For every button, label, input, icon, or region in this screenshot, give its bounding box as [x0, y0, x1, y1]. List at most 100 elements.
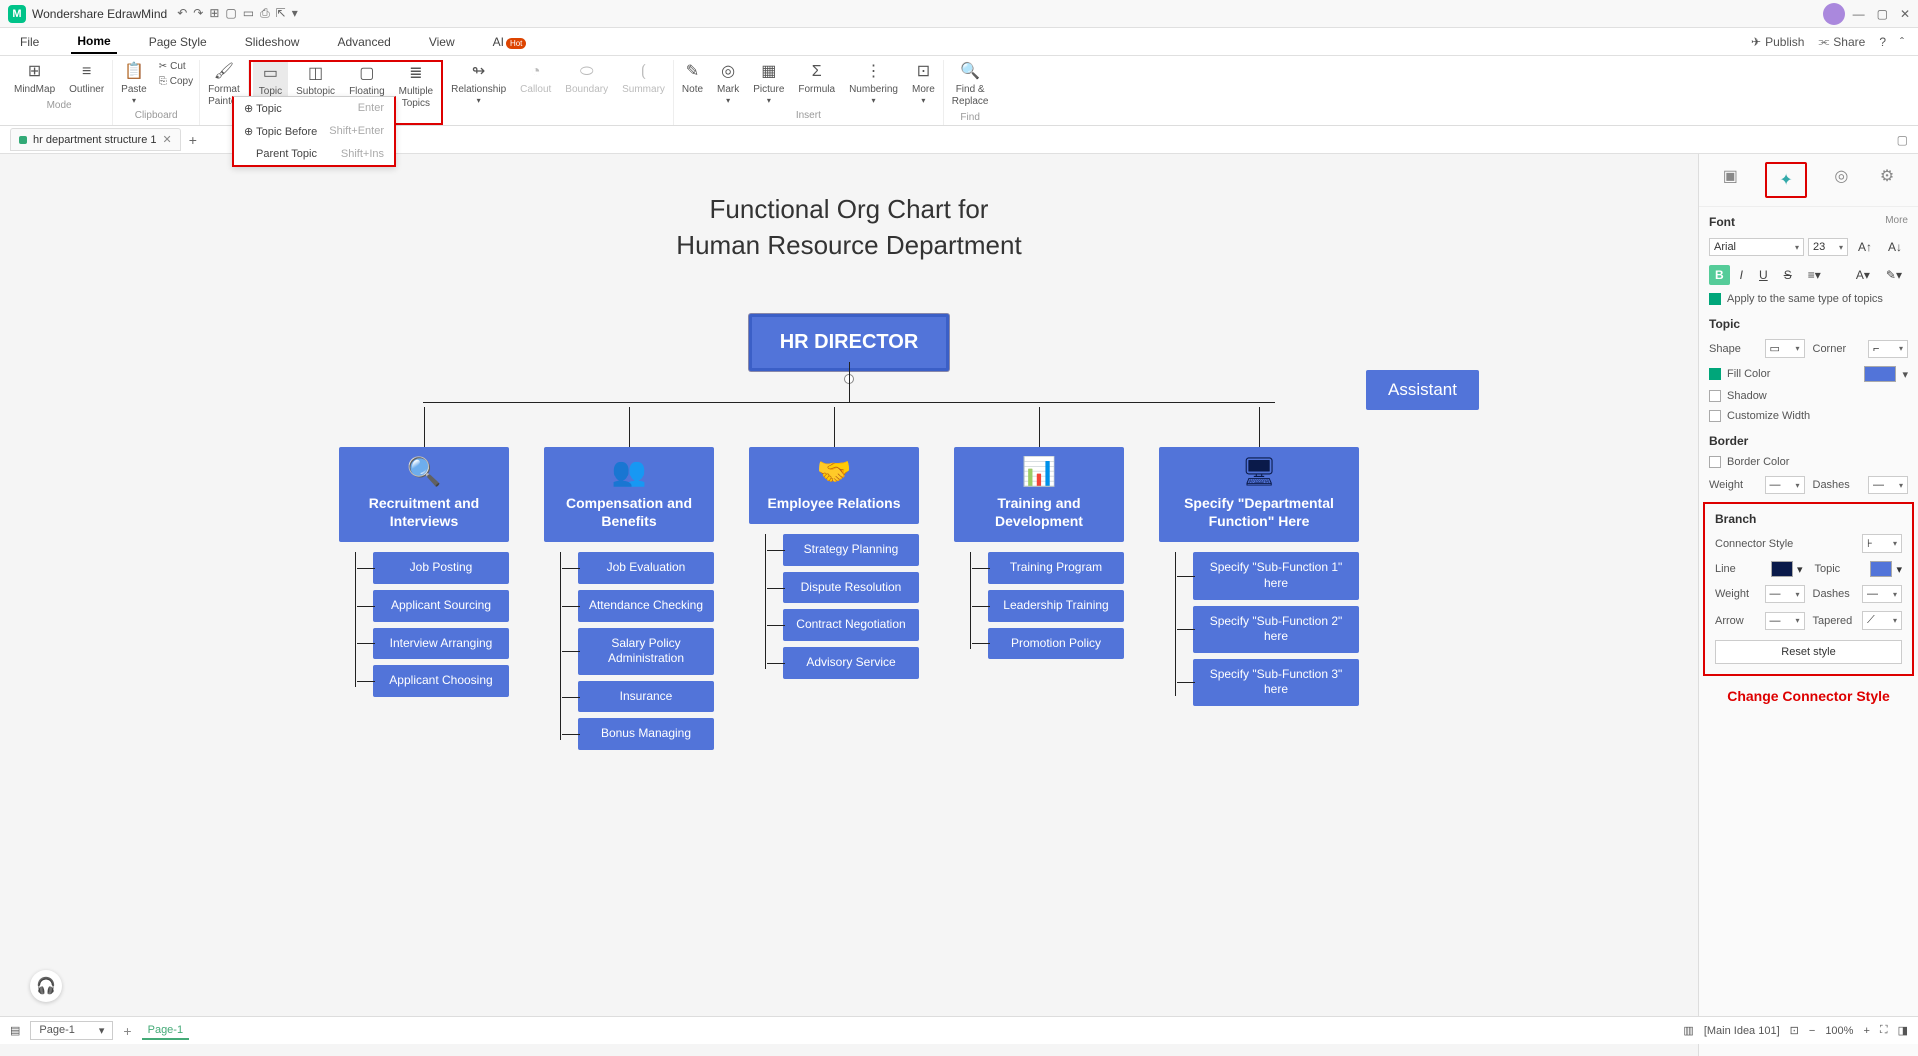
dd-topic-before[interactable]: ⊕ Topic BeforeShift+Enter: [234, 120, 394, 143]
font-more[interactable]: More: [1885, 215, 1908, 226]
help-icon[interactable]: ?: [1879, 35, 1886, 49]
picture-button[interactable]: ▦Picture▾: [747, 60, 790, 108]
page-tab[interactable]: Page-1: [142, 1022, 189, 1040]
dd-parent-topic[interactable]: Parent TopicShift+Ins: [234, 143, 394, 165]
sb-layers-icon[interactable]: ▤: [10, 1024, 20, 1037]
zoom-out-button[interactable]: −: [1809, 1025, 1815, 1037]
numbering-button[interactable]: ⋮Numbering▾: [843, 60, 904, 108]
align-button[interactable]: ≡▾: [1802, 265, 1827, 285]
qat-more-icon[interactable]: ▾: [292, 6, 298, 21]
shadow-checkbox[interactable]: Shadow: [1699, 386, 1918, 406]
menu-file[interactable]: File: [14, 31, 45, 53]
maximize-icon[interactable]: ▢: [1877, 7, 1888, 21]
new-icon[interactable]: ⊞: [209, 6, 219, 21]
dept-node[interactable]: 📊 Training and Development: [954, 447, 1124, 542]
sb-form-icon[interactable]: ▥: [1683, 1024, 1693, 1037]
sub-node[interactable]: Specify "Sub-Function 2" here: [1193, 606, 1359, 653]
formula-button[interactable]: ΣFormula: [792, 60, 841, 108]
menu-ai[interactable]: AIHot: [487, 31, 533, 53]
file-tab[interactable]: hr department structure 1 ✕: [10, 128, 181, 151]
italic-button[interactable]: I: [1734, 265, 1749, 285]
sub-node[interactable]: Insurance: [578, 681, 714, 713]
dept-node[interactable]: 🖥 Specify "Departmental Function" Here: [1159, 447, 1359, 542]
dept-node[interactable]: 🤝 Employee Relations: [749, 447, 919, 524]
relationship-button[interactable]: ↬Relationship▾: [445, 60, 512, 108]
sub-node[interactable]: Interview Arranging: [373, 628, 509, 660]
page-select[interactable]: Page-1▾: [30, 1021, 113, 1040]
menu-slideshow[interactable]: Slideshow: [239, 31, 306, 53]
canvas[interactable]: Functional Org Chart for Human Resource …: [0, 154, 1698, 1056]
print-icon[interactable]: ⎙: [260, 6, 270, 21]
note-button[interactable]: ✎Note: [676, 60, 709, 108]
font-color-button[interactable]: A▾: [1850, 265, 1876, 285]
branch-dashes-select[interactable]: —▾: [1862, 585, 1902, 603]
export-icon[interactable]: ⇱: [276, 6, 286, 21]
sub-node[interactable]: Job Evaluation: [578, 552, 714, 584]
zoom-in-button[interactable]: +: [1863, 1025, 1869, 1037]
border-dashes-select[interactable]: —▾: [1868, 476, 1908, 494]
sub-node[interactable]: Applicant Choosing: [373, 665, 509, 697]
zoom-value[interactable]: 100%: [1825, 1025, 1853, 1037]
font-family-select[interactable]: Arial▾: [1709, 238, 1804, 256]
share-button[interactable]: ⫘Share: [1818, 34, 1865, 49]
apply-same-checkbox[interactable]: Apply to the same type of topics: [1699, 289, 1918, 309]
dd-topic[interactable]: ⊕ TopicEnter: [234, 97, 394, 120]
cut-button[interactable]: ✂Cut: [155, 60, 197, 74]
menu-view[interactable]: View: [423, 31, 461, 53]
redo-icon[interactable]: ↷: [193, 6, 203, 21]
save-icon[interactable]: ▭: [243, 6, 254, 21]
sub-node[interactable]: Specify "Sub-Function 1" here: [1193, 552, 1359, 599]
fillcolor-checkbox[interactable]: Fill Color▾: [1699, 362, 1918, 386]
fillcolor-swatch[interactable]: [1864, 366, 1896, 382]
bordercolor-checkbox[interactable]: Border Color: [1699, 452, 1918, 472]
dept-node[interactable]: 👥 Compensation and Benefits: [544, 447, 714, 542]
sb-panel-icon[interactable]: ◨: [1898, 1024, 1908, 1037]
menu-pagestyle[interactable]: Page Style: [143, 31, 213, 53]
outliner-button[interactable]: ≡Outliner: [63, 60, 110, 98]
sub-node[interactable]: Leadership Training: [988, 590, 1124, 622]
highlight-button[interactable]: ✎▾: [1880, 265, 1908, 285]
sub-node[interactable]: Salary Policy Administration: [578, 628, 714, 675]
tab-options-icon[interactable]: ▢: [1897, 133, 1908, 147]
collapse-ribbon-icon[interactable]: ˆ: [1900, 35, 1904, 49]
sub-node[interactable]: Specify "Sub-Function 3" here: [1193, 659, 1359, 706]
font-grow-button[interactable]: A↑: [1852, 237, 1878, 257]
line-color-swatch[interactable]: [1771, 561, 1793, 577]
sidetab-icons[interactable]: ◎: [1830, 162, 1852, 198]
mindmap-button[interactable]: ⊞MindMap: [8, 60, 61, 98]
close-icon[interactable]: ✕: [1900, 7, 1910, 21]
reset-style-button[interactable]: Reset style: [1715, 640, 1902, 664]
sidetab-style[interactable]: ✦: [1765, 162, 1806, 198]
sub-node[interactable]: Contract Negotiation: [783, 609, 919, 641]
menu-home[interactable]: Home: [71, 30, 116, 54]
minimize-icon[interactable]: —: [1853, 7, 1865, 21]
corner-select[interactable]: ⌐▾: [1868, 340, 1908, 358]
sub-node[interactable]: Job Posting: [373, 552, 509, 584]
topic-color-swatch[interactable]: [1870, 561, 1892, 577]
sub-node[interactable]: Promotion Policy: [988, 628, 1124, 660]
sidetab-layout[interactable]: ▣: [1719, 162, 1742, 198]
user-avatar[interactable]: [1823, 3, 1845, 25]
bold-button[interactable]: B: [1709, 265, 1730, 285]
sub-node[interactable]: Training Program: [988, 552, 1124, 584]
underline-button[interactable]: U: [1753, 265, 1774, 285]
find-replace-button[interactable]: 🔍Find & Replace: [946, 60, 995, 110]
help-float-button[interactable]: 🎧: [30, 970, 62, 1002]
fullscreen-icon[interactable]: ⛶: [1880, 1024, 1888, 1037]
sub-node[interactable]: Bonus Managing: [578, 718, 714, 750]
font-shrink-button[interactable]: A↓: [1882, 237, 1908, 257]
menu-advanced[interactable]: Advanced: [331, 31, 396, 53]
branch-weight-select[interactable]: —▾: [1765, 585, 1805, 603]
strike-button[interactable]: S: [1778, 265, 1798, 285]
customwidth-checkbox[interactable]: Customize Width: [1699, 406, 1918, 426]
font-size-select[interactable]: 23▾: [1808, 238, 1848, 256]
connector-style-select[interactable]: ⊦▾: [1862, 534, 1902, 553]
sb-fit-icon[interactable]: ⊡: [1790, 1024, 1799, 1037]
mark-button[interactable]: ◎Mark▾: [711, 60, 745, 108]
sub-node[interactable]: Dispute Resolution: [783, 572, 919, 604]
add-tab-button[interactable]: +: [189, 132, 197, 148]
sub-node[interactable]: Applicant Sourcing: [373, 590, 509, 622]
paste-button[interactable]: 📋Paste▾: [115, 60, 153, 108]
border-weight-select[interactable]: —▾: [1765, 476, 1805, 494]
open-icon[interactable]: ▢: [225, 6, 236, 21]
